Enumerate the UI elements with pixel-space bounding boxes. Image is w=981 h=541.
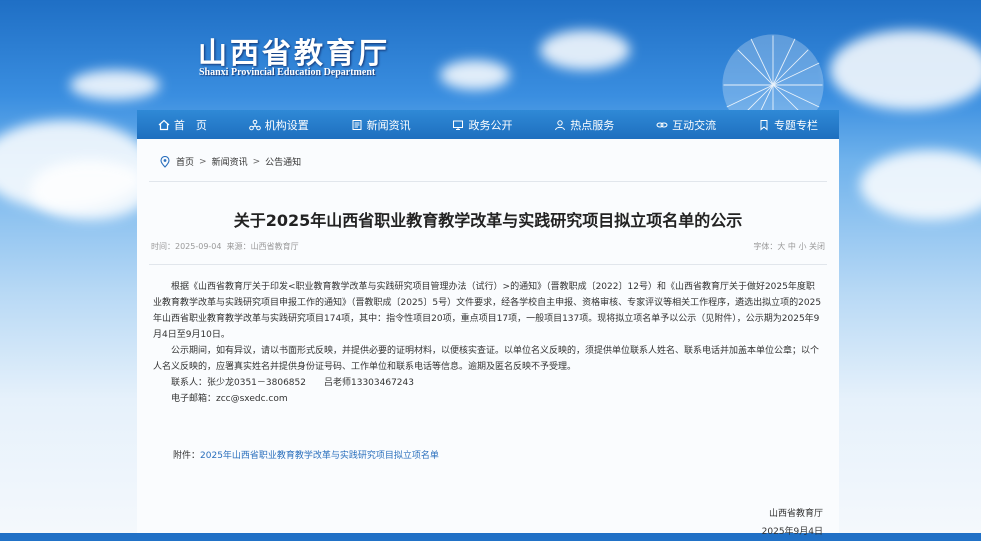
article-paragraph: 根据《山西省教育厅关于印发<职业教育教学改革与实践研究项目管理办法（试行）>的通… — [153, 282, 822, 340]
news-icon — [352, 119, 362, 130]
breadcrumb-home[interactable]: 首页 — [176, 155, 194, 168]
link-icon — [656, 122, 668, 127]
nav-item-news[interactable]: 新闻资讯 — [351, 117, 411, 133]
divider — [149, 181, 827, 182]
article-signature: 山西省教育厅 2025年9月4日 — [762, 505, 823, 541]
nav-item-label: 政务公开 — [468, 118, 513, 132]
breadcrumb-news[interactable]: 新闻资讯 — [212, 155, 248, 168]
cloud-decoration — [30, 160, 150, 220]
article-paragraph: 公示期间，如有异议，请以书面形式反映，并提供必要的证明材料，以便核实查证。以单位… — [153, 346, 820, 372]
signature-org: 山西省教育厅 — [768, 509, 823, 519]
font-size-large-button[interactable]: 大 — [777, 242, 785, 251]
font-size-controls: 字体：大 中 小 关闭 — [753, 241, 825, 252]
attachment: 附件：2025年山西省职业教育教学改革与实践研究项目拟立项名单 — [173, 448, 439, 461]
nav-item-topics[interactable]: 专题专栏 — [758, 117, 818, 133]
font-size-medium-button[interactable]: 中 — [788, 242, 796, 251]
nav-item-home[interactable]: 首 页 — [158, 117, 207, 133]
nav-item-service[interactable]: 热点服务 — [554, 117, 614, 133]
service-icon — [555, 119, 566, 130]
breadcrumb-separator: > — [252, 156, 261, 167]
breadcrumb-notice[interactable]: 公告通知 — [265, 155, 301, 168]
home-icon — [158, 119, 170, 130]
article-source: 来源：山西省教育厅 — [226, 242, 299, 251]
article-meta: 时间：2025-09-04 来源：山西省教育厅 — [151, 241, 299, 252]
bookmark-icon — [760, 119, 768, 131]
nav-item-label: 热点服务 — [570, 118, 615, 132]
cloud-decoration — [860, 150, 981, 220]
attachment-link[interactable]: 2025年山西省职业教育教学改革与实践研究项目拟立项名单 — [200, 451, 439, 461]
nav-item-label: 首 页 — [173, 118, 207, 132]
signature-date: 2025年9月4日 — [761, 527, 823, 537]
article-contact: 联系人：张少龙0351－3806852 吕老师13303467243 — [171, 378, 414, 388]
breadcrumb-separator: > — [199, 156, 207, 167]
gov-icon — [453, 120, 464, 130]
article-title: 关于2025年山西省职业教育教学改革与实践研究项目拟立项名单的公示 — [233, 211, 743, 230]
main-nav: 首 页 机构设置 新闻资讯 政务公开 热点服务 互动交流 专题专栏 — [137, 110, 839, 139]
nav-item-label: 专题专栏 — [773, 118, 818, 132]
nav-item-gov[interactable]: 政务公开 — [452, 117, 512, 133]
breadcrumb: 首页 > 新闻资讯 > 公告通知 — [159, 155, 301, 168]
org-icon — [248, 119, 261, 130]
article-time: 时间：2025-09-04 — [151, 242, 222, 251]
article-email: 电子邮箱：zcc@sxedc.com — [171, 394, 288, 404]
site-header: 山西省教育厅 Shanxi Provincial Education Depar… — [0, 0, 981, 136]
location-pin-icon — [160, 155, 170, 168]
article-container: 首页 > 新闻资讯 > 公告通知 关于2025年山西省职业教育教学改革与实践研究… — [137, 139, 839, 537]
font-size-label: 字体： — [753, 242, 778, 251]
article-body: 根据《山西省教育厅关于印发<职业教育教学改革与实践研究项目管理办法（试行）>的通… — [153, 279, 823, 407]
font-size-small-button[interactable]: 小 — [798, 242, 806, 251]
divider — [149, 264, 827, 265]
nav-item-label: 互动交流 — [672, 118, 717, 132]
nav-item-label: 机构设置 — [264, 118, 309, 132]
nav-item-label: 新闻资讯 — [366, 118, 411, 132]
site-logo-en: Shanxi Provincial Education Department — [199, 67, 376, 78]
nav-item-org[interactable]: 机构设置 — [248, 117, 309, 133]
site-logo-cn[interactable]: 山西省教育厅 — [198, 30, 390, 72]
close-button[interactable]: 关闭 — [809, 242, 825, 251]
attachment-label: 附件： — [173, 451, 201, 461]
nav-item-interact[interactable]: 互动交流 — [656, 117, 716, 133]
